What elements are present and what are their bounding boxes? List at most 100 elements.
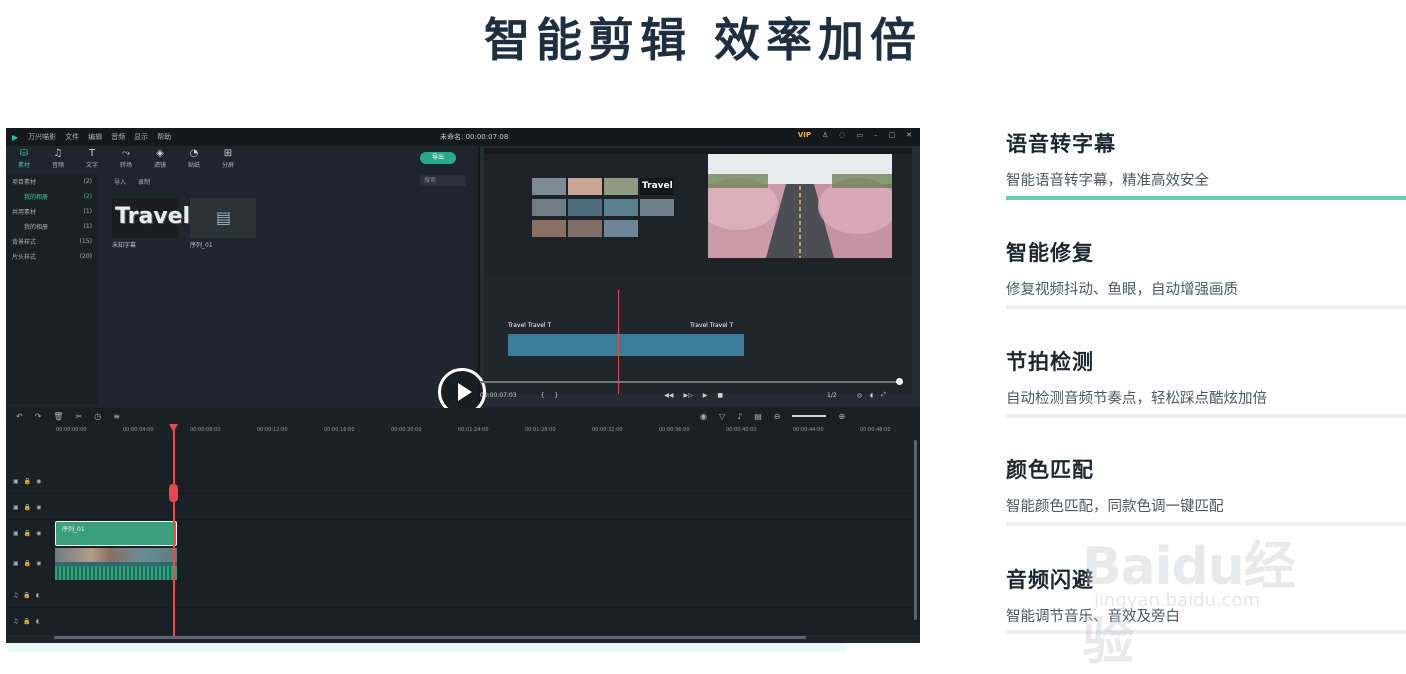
- bracket-in-icon[interactable]: {: [541, 392, 545, 399]
- media-item-sequence[interactable]: ▤: [190, 198, 256, 238]
- sidebar-item-backgrounds[interactable]: 背景样式 (15): [6, 234, 98, 249]
- media-item-title[interactable]: Travel: [112, 198, 190, 238]
- menu-edit[interactable]: 编辑: [88, 132, 102, 142]
- zoom-out-icon[interactable]: ⊖: [774, 412, 781, 421]
- music-note-icon: ♫: [13, 591, 19, 599]
- project-title: 未命名: 00:00:07:08: [440, 133, 509, 141]
- vip-badge[interactable]: VIP: [798, 131, 811, 139]
- tab-split-screen[interactable]: ⊞ 分屏: [218, 148, 238, 170]
- ruler-label: 00:00:20:00: [391, 427, 422, 433]
- tab-audio[interactable]: ♫ 音频: [48, 148, 68, 170]
- feature-item[interactable]: 智能修复 修复视频抖动、鱼眼，自动增强画质: [1006, 237, 1406, 309]
- marker-icon[interactable]: ▽: [719, 412, 725, 421]
- menu-help[interactable]: 帮助: [157, 132, 171, 142]
- stop-icon[interactable]: ■: [717, 392, 723, 399]
- horizontal-scrollbar[interactable]: [54, 636, 806, 639]
- clip-label: 序列_01: [62, 526, 85, 533]
- undo-icon[interactable]: ↶: [16, 412, 23, 421]
- ruler-label: 00:00:04:00: [123, 427, 154, 433]
- media-item-title-label: 未知字幕: [112, 242, 137, 249]
- tab-text[interactable]: T 文字: [82, 148, 102, 170]
- split-screen-icon: ⊞: [223, 148, 233, 159]
- cart-icon[interactable]: ▭: [856, 131, 863, 139]
- export-button[interactable]: 导出: [420, 152, 456, 164]
- subtitle-icon[interactable]: ▤: [754, 412, 762, 421]
- zoom-slider[interactable]: [792, 415, 827, 417]
- lock-icon[interactable]: 🔒: [24, 504, 31, 511]
- menu-view[interactable]: 显示: [134, 132, 148, 142]
- playback-ratio[interactable]: 1/2: [827, 392, 837, 399]
- sequence-clip[interactable]: 序列_01: [55, 521, 177, 546]
- record-button[interactable]: 录制: [138, 177, 150, 186]
- feature-desc: 智能语音转字幕，精准高效安全: [1006, 173, 1209, 189]
- track-video-4: ▣ 🔒 ◉: [6, 468, 916, 494]
- adjust-icon[interactable]: ≡: [113, 412, 120, 421]
- ruler-label: 00:00:48:00: [860, 427, 891, 433]
- filter-icon: ◈: [156, 148, 164, 159]
- feature-desc: 修复视频抖动、鱼眼，自动增强画质: [1006, 282, 1238, 298]
- eye-icon[interactable]: ◉: [36, 504, 41, 511]
- sidebar-item-shared-media[interactable]: 共用素材 (1): [6, 204, 98, 219]
- transition-icon: ⤳: [122, 148, 130, 159]
- feature-underline-active: [1006, 196, 1406, 200]
- delete-icon[interactable]: 🗑: [53, 412, 63, 421]
- playhead-handle[interactable]: [169, 484, 178, 502]
- minimize-icon[interactable]: –: [874, 131, 878, 139]
- close-icon[interactable]: ✕: [906, 131, 912, 139]
- bracket-out-icon[interactable]: }: [554, 392, 558, 399]
- feature-item[interactable]: 节拍检测 自动检测音频节奏点，轻松踩点酷炫加倍: [1006, 346, 1406, 418]
- tab-media[interactable]: ⛁ 素材: [14, 148, 34, 170]
- play-icon[interactable]: ▶: [703, 392, 708, 399]
- speaker-icon[interactable]: ◖: [36, 618, 39, 625]
- volume-icon[interactable]: ◖: [870, 392, 873, 399]
- user-icon[interactable]: ♙: [822, 131, 828, 139]
- speed-icon[interactable]: ◷: [94, 412, 101, 421]
- feature-item[interactable]: 语音转字幕 智能语音转字幕，精准高效安全: [1006, 128, 1406, 200]
- video-audio-clip[interactable]: [55, 548, 177, 580]
- fullscreen-icon[interactable]: ⤢: [881, 391, 886, 399]
- sidebar-item-intros[interactable]: 片头样式 (20): [6, 249, 98, 264]
- tab-sticker[interactable]: ◔ 贴纸: [184, 148, 204, 170]
- menu-audio[interactable]: 音频: [111, 132, 125, 142]
- ruler-label: 00:01:24:00: [458, 427, 489, 433]
- import-button[interactable]: 导入: [114, 177, 126, 186]
- lock-icon[interactable]: 🔒: [23, 618, 30, 625]
- zoom-in-icon[interactable]: ⊕: [838, 412, 845, 421]
- menu-file[interactable]: 文件: [65, 132, 79, 142]
- sidebar-item-my-album-shared[interactable]: 我的相册 (1): [6, 219, 98, 234]
- speaker-icon[interactable]: ◖: [36, 592, 39, 599]
- editor-screenshot: ▶ 万兴喵影 文件 编辑 音频 显示 帮助 未命名: 00:00:07:08 V…: [6, 128, 920, 643]
- page-heading: 智能剪辑 效率加倍: [483, 13, 922, 67]
- redo-icon[interactable]: ↷: [35, 412, 42, 421]
- eye-icon[interactable]: ◉: [36, 560, 41, 567]
- snapshot-icon[interactable]: ◎: [857, 392, 862, 399]
- eye-icon[interactable]: ◉: [36, 530, 41, 537]
- track-audio-1: ♫ 🔒 ◖: [6, 582, 916, 608]
- music-note-icon: ♫: [53, 148, 63, 159]
- sidebar-item-my-album[interactable]: 我的相册 (2): [6, 189, 98, 204]
- lock-icon[interactable]: 🔒: [24, 478, 31, 485]
- mic-icon[interactable]: ♪: [737, 412, 742, 421]
- menu-app[interactable]: 万兴喵影: [28, 132, 56, 142]
- media-tab-bar: ⛁ 素材 ♫ 音频 T 文字 ⤳ 转场 ◈ 滤镜 ◔ 贴纸 ⊞ 分屏: [6, 146, 478, 172]
- notification-icon[interactable]: ◌: [839, 131, 845, 139]
- media-search-input[interactable]: 搜索: [420, 175, 466, 186]
- tab-filter[interactable]: ◈ 滤镜: [150, 148, 170, 170]
- playhead-line[interactable]: [173, 426, 175, 636]
- tab-transition[interactable]: ⤳ 转场: [116, 148, 136, 170]
- lock-icon[interactable]: 🔒: [24, 560, 31, 567]
- timeline-toolbar: ↶ ↷ 🗑 ✂ ◷ ≡ ◉ ▽ ♪ ▤ ⊖ ⊕: [6, 408, 920, 424]
- preview-seekbar[interactable]: [480, 381, 900, 383]
- lock-icon[interactable]: 🔒: [24, 530, 31, 537]
- eye-icon[interactable]: ◉: [36, 478, 41, 485]
- nested-travel-thumb: Travel: [640, 178, 674, 195]
- lock-icon[interactable]: 🔒: [23, 592, 30, 599]
- sidebar-item-project-media[interactable]: 项目素材 (2): [6, 174, 98, 189]
- seek-knob[interactable]: [896, 378, 903, 385]
- render-icon[interactable]: ◉: [700, 412, 707, 421]
- vertical-scrollbar[interactable]: [914, 440, 917, 620]
- cut-icon[interactable]: ✂: [76, 412, 83, 421]
- step-forward-icon[interactable]: ▶▷: [684, 392, 693, 399]
- maximize-icon[interactable]: □: [889, 131, 896, 139]
- step-back-icon[interactable]: ◀◀: [664, 392, 673, 399]
